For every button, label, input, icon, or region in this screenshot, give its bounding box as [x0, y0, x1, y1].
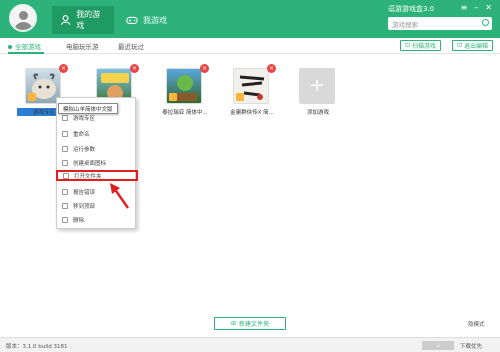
exit-edit-label: 退出编辑: [464, 43, 489, 50]
add-game-tile[interactable]: + 添加游戏: [299, 68, 339, 116]
close-icon[interactable]: ✕: [485, 3, 492, 12]
menu-item-label: 移到顶部: [73, 203, 96, 210]
active-dot-icon: [8, 45, 12, 49]
rename-icon: [62, 130, 68, 137]
avatar-head: [19, 11, 28, 20]
report-icon: [62, 188, 68, 195]
add-game-label: 添加游戏: [306, 110, 329, 116]
download-badge-icon: [28, 93, 36, 101]
sub-navigation: 全部游戏 电脑玩乐游 最近玩过 ⊡ 扫描游戏 ⊡ 退出编辑: [0, 38, 500, 54]
menu-item-open-folder[interactable]: 打开文件夹: [56, 170, 138, 181]
tab-games-label: 我游戏: [143, 15, 167, 25]
menu-item-label: 重命名: [73, 131, 90, 138]
new-folder-button[interactable]: ⊞ 新建文件夹: [214, 317, 286, 330]
scan-icon: ⊡: [405, 42, 411, 49]
menu-item-run-params[interactable]: 运行参数: [57, 143, 135, 154]
gamepad-icon: [126, 16, 138, 24]
scan-games-label: 扫描游戏: [412, 43, 437, 50]
avatar[interactable]: [9, 4, 37, 32]
user-icon: [60, 15, 71, 25]
remove-game-icon[interactable]: ×: [200, 64, 209, 73]
game-label: 金庸群侠传X 简...: [230, 110, 274, 116]
remove-game-icon[interactable]: ×: [130, 64, 139, 73]
remove-game-icon[interactable]: ×: [59, 64, 68, 73]
menu-item-rename[interactable]: 重命名: [57, 128, 135, 139]
folder-icon: [63, 172, 69, 179]
status-bar: 版本：3.1.0 build 3181 ⇣ 下载优先: [0, 337, 500, 352]
menu-item-label: 打开文件夹: [74, 173, 102, 180]
game-tile-terraria[interactable]: × 泰拉瑞亚 简体中...: [162, 64, 209, 116]
move-top-icon: [62, 202, 68, 209]
game-name-tooltip: 模拟山羊简体中文版: [58, 103, 118, 114]
new-folder-icon: ⊞: [230, 320, 236, 327]
download-badge-icon: [236, 93, 244, 101]
download-badge-icon: [169, 93, 177, 101]
exit-edit-button[interactable]: ⊡ 退出编辑: [452, 40, 494, 51]
search-icon[interactable]: [482, 19, 489, 26]
tab-my-games-label: 我的游戏: [76, 10, 101, 30]
top-header: 我的游戏 我游戏 逗游游戏盒3.0 ≡ – ✕ 游戏搜索: [0, 0, 500, 38]
menu-item-desktop-shortcut[interactable]: 创建桌面图标: [57, 157, 135, 168]
menu-item-label: 删除: [73, 217, 85, 224]
game-thumbnail: [233, 68, 269, 104]
edit-icon: ⊡: [457, 42, 463, 49]
subnav-all-games-label: 全部游戏: [15, 43, 41, 51]
menu-item-label: 游戏专区: [73, 115, 96, 122]
game-label: 泰拉瑞亚 简体中...: [162, 110, 208, 116]
game-tile-jinyong[interactable]: × 金庸群侠传X 简...: [230, 64, 276, 116]
menu-icon[interactable]: ≡: [461, 3, 468, 12]
tab-games[interactable]: 我游戏: [118, 6, 188, 34]
shortcut-icon: [62, 159, 68, 166]
remove-game-icon[interactable]: ×: [267, 64, 276, 73]
menu-item-label: 创建桌面图标: [73, 160, 107, 167]
menu-item-label: 报告错误: [73, 189, 96, 196]
game-thumbnail: [166, 68, 202, 104]
params-icon: [62, 145, 68, 152]
red-arrow-icon: [110, 183, 129, 209]
active-tab-underline: [8, 52, 44, 54]
mode-label[interactable]: 隐模式: [468, 320, 485, 328]
subnav-recent[interactable]: 最近玩过: [118, 41, 144, 51]
scan-games-button[interactable]: ⊡ 扫描游戏: [400, 40, 442, 51]
app-title: 逗游游戏盒3.0: [388, 5, 435, 13]
tab-my-games[interactable]: 我的游戏: [52, 6, 114, 34]
minimize-icon[interactable]: –: [474, 3, 478, 12]
plus-icon: +: [309, 75, 325, 96]
add-game-box: +: [299, 68, 335, 104]
new-folder-label: 新建文件夹: [239, 321, 270, 328]
subnav-pc-games[interactable]: 电脑玩乐游: [66, 41, 99, 51]
zone-icon: [62, 114, 68, 121]
version-text: 版本：3.1.0 build 3181: [6, 344, 68, 350]
trash-icon: [62, 216, 68, 223]
search-input[interactable]: 游戏搜索: [388, 17, 492, 30]
download-icon[interactable]: ⇣: [422, 341, 454, 350]
window-controls: ≡ – ✕: [461, 3, 492, 12]
search-placeholder: 游戏搜索: [392, 21, 418, 29]
menu-item-delete[interactable]: 删除: [57, 214, 135, 225]
download-priority-label[interactable]: 下载优先: [460, 342, 482, 350]
avatar-body: [14, 22, 33, 30]
menu-item-label: 运行参数: [73, 146, 96, 153]
subnav-all-games[interactable]: 全部游戏: [8, 41, 41, 51]
